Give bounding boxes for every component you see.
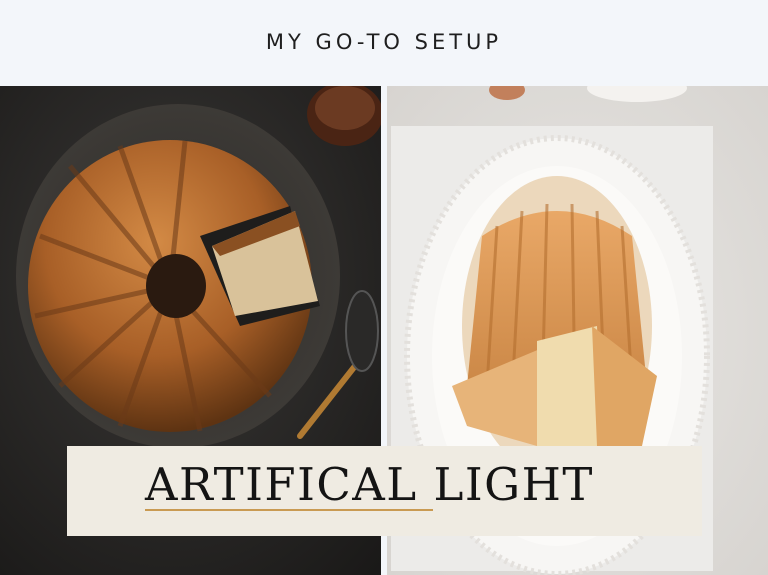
page-title: MY GO-TO SETUP — [265, 30, 503, 54]
banner-underline — [145, 509, 433, 511]
header: MY GO-TO SETUP — [0, 0, 768, 86]
banner-title: ARTIFICAL LIGHT — [145, 458, 594, 511]
title-banner: ARTIFICAL LIGHT — [67, 446, 702, 536]
